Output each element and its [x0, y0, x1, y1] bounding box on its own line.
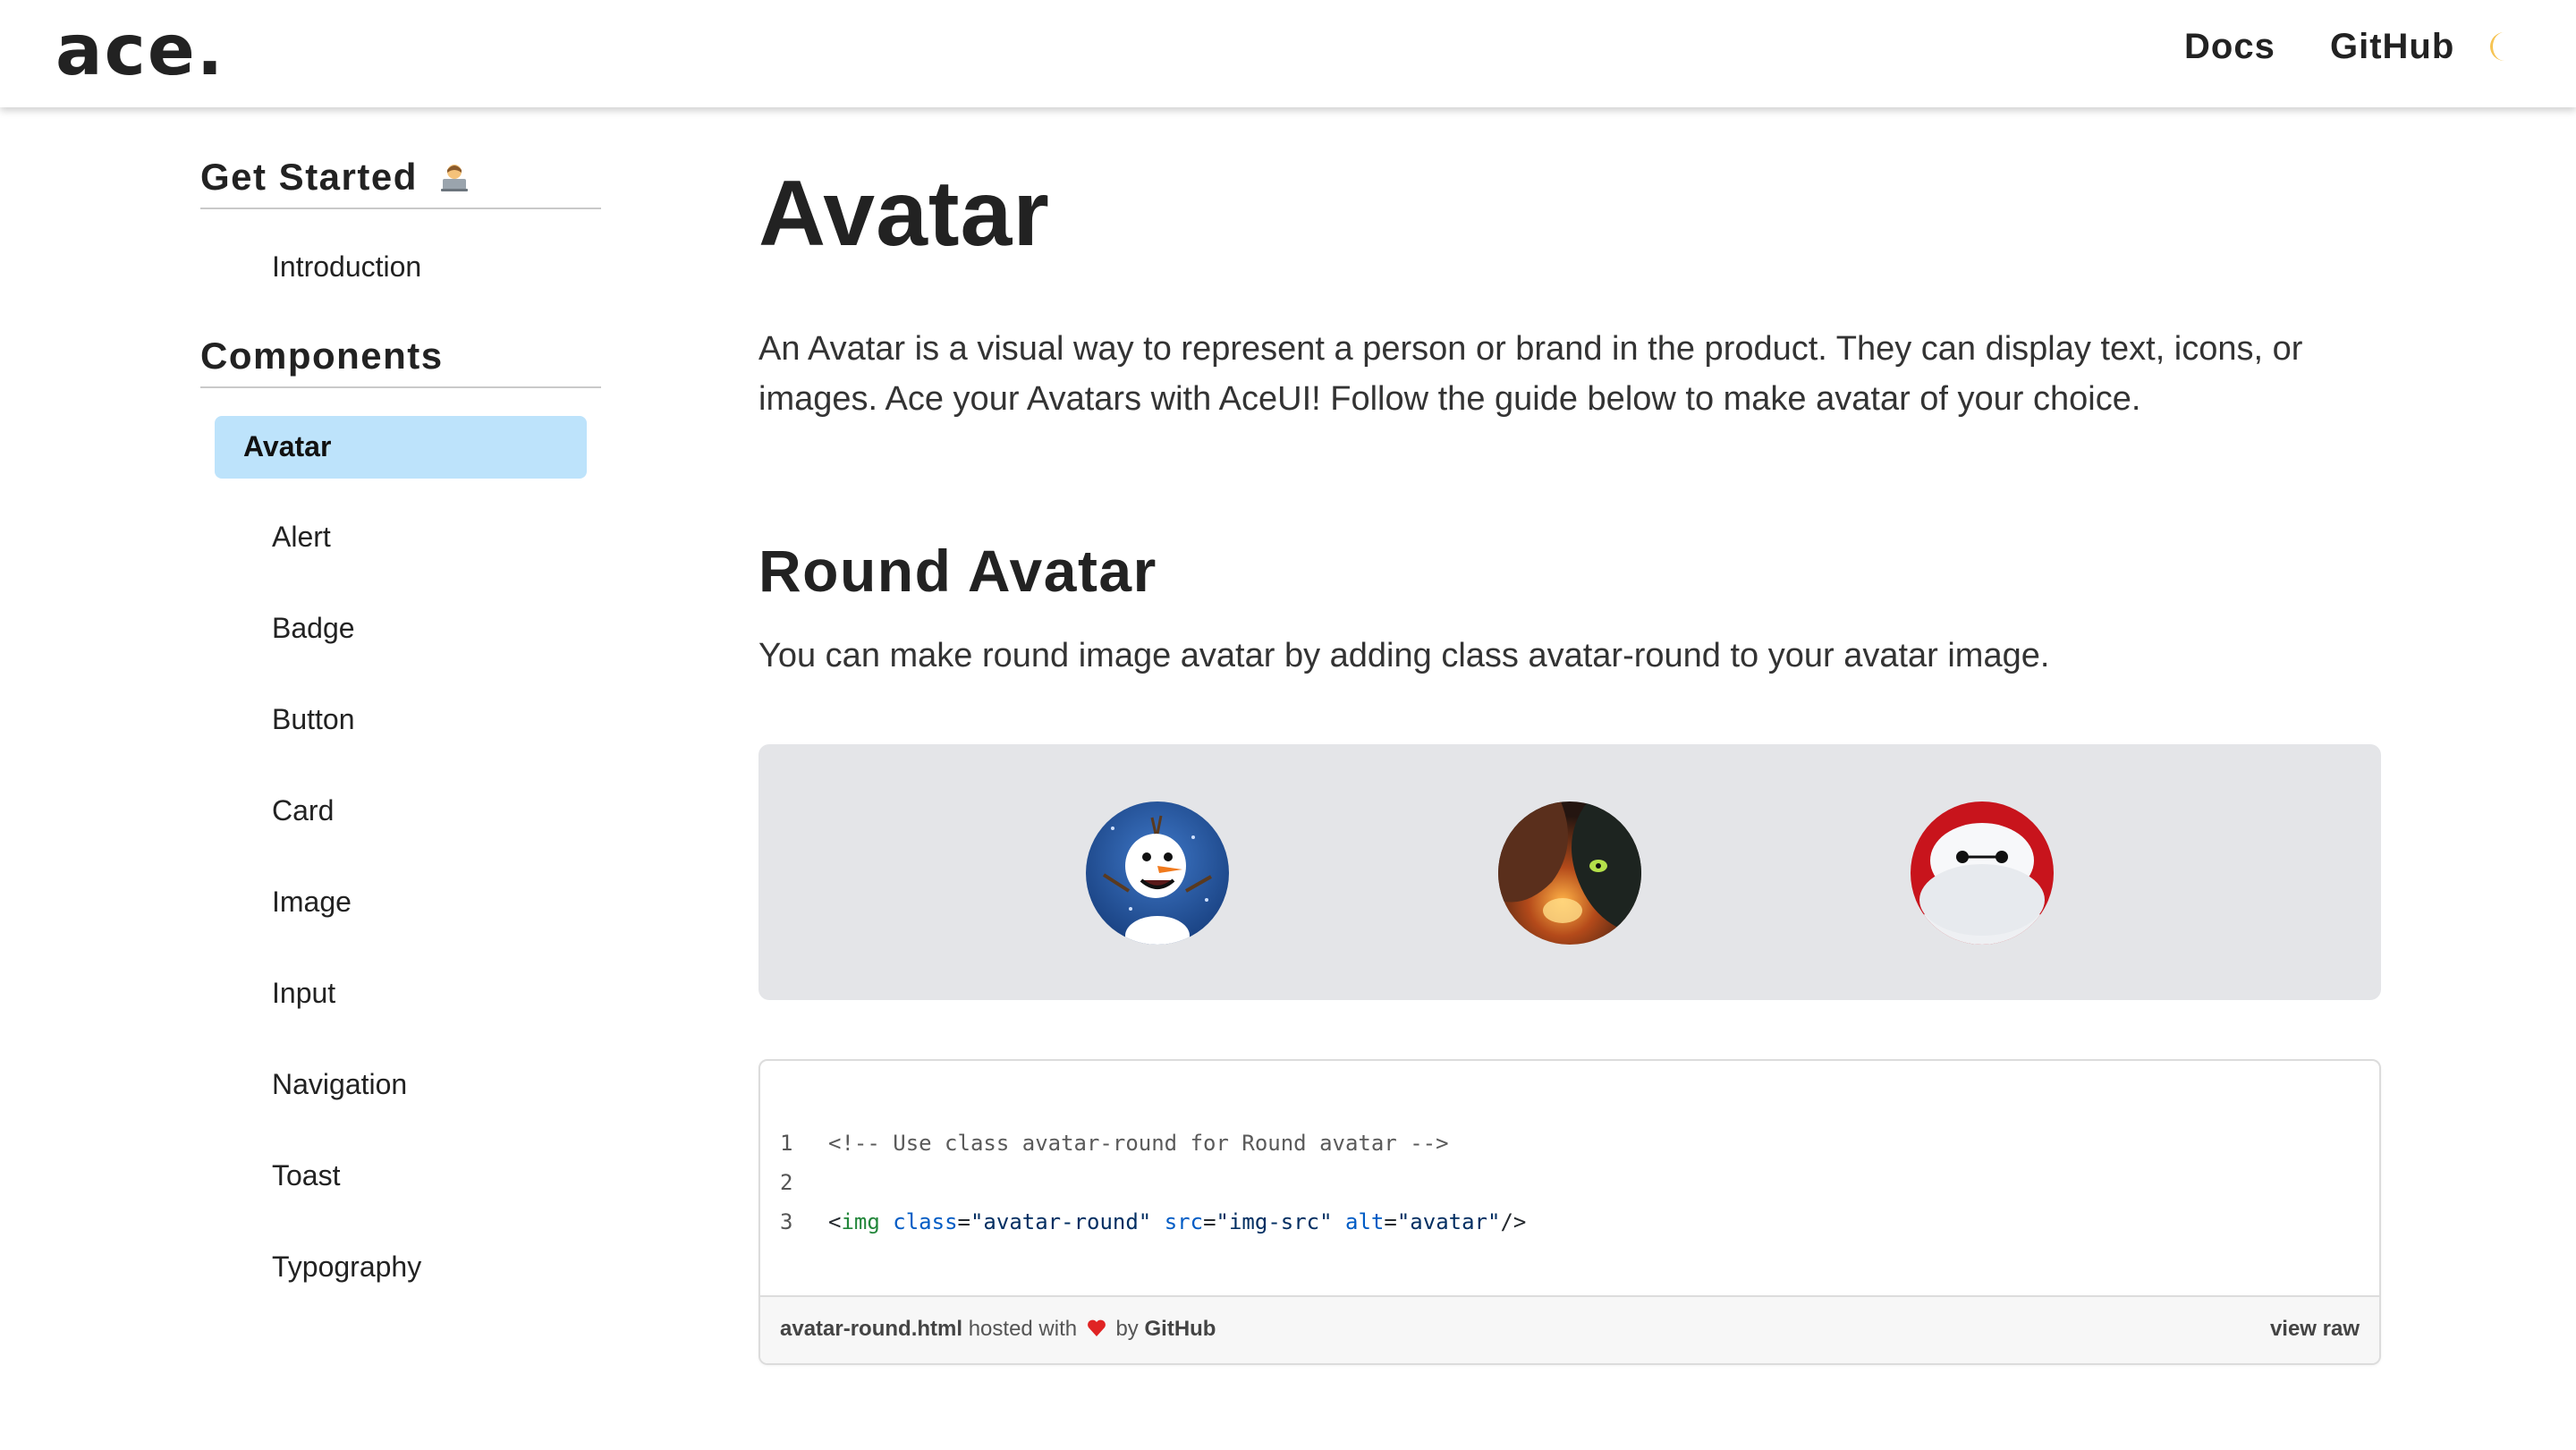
code-snippet-embed: 1 <!-- Use class avatar-round for Round …	[758, 1059, 2381, 1365]
code-string: "avatar-round"	[970, 1209, 1152, 1234]
line-number: 3	[780, 1209, 793, 1234]
page-description: An Avatar is a visual way to represent a…	[758, 330, 2303, 418]
sidebar-section-components: Components	[200, 335, 444, 377]
code-block: 1 <!-- Use class avatar-round for Round …	[760, 1124, 2379, 1242]
baymax-robot-avatar	[1911, 801, 2054, 945]
line-number: 2	[780, 1170, 793, 1195]
sidebar-item-badge[interactable]: Badge	[272, 612, 355, 645]
code-attr: alt	[1345, 1209, 1385, 1234]
sidebar-item-card[interactable]: Card	[272, 794, 334, 827]
hosted-with-text: hosted with	[968, 1317, 1078, 1341]
code-tag: img	[841, 1209, 880, 1234]
moon-icon[interactable]	[2485, 27, 2512, 66]
code-string: "avatar"	[1396, 1209, 1501, 1234]
sidebar-item-toast[interactable]: Toast	[272, 1159, 340, 1192]
code-snippet-footer: avatar-round.html hosted with by GitHub …	[760, 1295, 2379, 1363]
section-title: Round Avatar	[758, 538, 1157, 604]
code-punct: <	[828, 1209, 842, 1234]
code-attr: class	[893, 1209, 958, 1234]
section-description: You can make round image avatar by addin…	[758, 637, 2050, 674]
brand-logo[interactable]: ace.	[55, 11, 225, 91]
nav-github-link[interactable]: GitHub	[2330, 27, 2454, 67]
sidebar-item-introduction[interactable]: Introduction	[272, 250, 421, 284]
olaf-snowman-avatar	[1086, 801, 1229, 945]
sidebar-section-get-started: Get Started	[200, 156, 470, 199]
code-line: 1 <!-- Use class avatar-round for Round …	[760, 1124, 2379, 1163]
code-content: <img class="avatar-round" src="img-src" …	[828, 1209, 1527, 1234]
dragon-rider-avatar	[1498, 801, 1641, 945]
sidebar-item-label: Avatar	[243, 430, 332, 462]
line-number: 1	[780, 1131, 793, 1156]
sidebar-item-input[interactable]: Input	[272, 977, 335, 1010]
sidebar-item-navigation[interactable]: Navigation	[272, 1068, 407, 1101]
sidebar-item-typography[interactable]: Typography	[272, 1251, 421, 1284]
avatar-demo-panel	[758, 744, 2381, 1000]
code-line: 2	[760, 1163, 2379, 1202]
github-host-link[interactable]: GitHub	[1144, 1317, 1216, 1341]
code-string: "img-src"	[1216, 1209, 1333, 1234]
code-comment: <!-- Use class avatar-round for Round av…	[828, 1131, 1449, 1156]
sidebar-item-image[interactable]: Image	[272, 886, 352, 919]
sidebar-item-avatar[interactable]: Avatar	[215, 416, 587, 479]
sidebar-section-title: Get Started	[200, 156, 418, 198]
heart-icon	[1087, 1319, 1106, 1338]
page-title: Avatar	[758, 162, 1050, 266]
top-navbar: ace. Docs GitHub	[0, 0, 2576, 107]
snippet-filename-link[interactable]: avatar-round.html	[780, 1317, 962, 1341]
by-text: by	[1115, 1317, 1139, 1341]
divider	[200, 208, 601, 209]
sidebar-item-button[interactable]: Button	[272, 703, 355, 736]
code-attr: src	[1164, 1209, 1204, 1234]
code-punct: />	[1500, 1209, 1527, 1234]
view-raw-link[interactable]: view raw	[2270, 1317, 2360, 1342]
code-line: 3 <img class="avatar-round" src="img-src…	[760, 1202, 2379, 1242]
divider	[200, 386, 601, 388]
snippet-meta: avatar-round.html hosted with by GitHub	[780, 1317, 1216, 1342]
nav-docs-link[interactable]: Docs	[2184, 27, 2275, 67]
sidebar-item-alert[interactable]: Alert	[272, 521, 331, 554]
person-on-laptop-emoji-icon	[438, 159, 470, 191]
